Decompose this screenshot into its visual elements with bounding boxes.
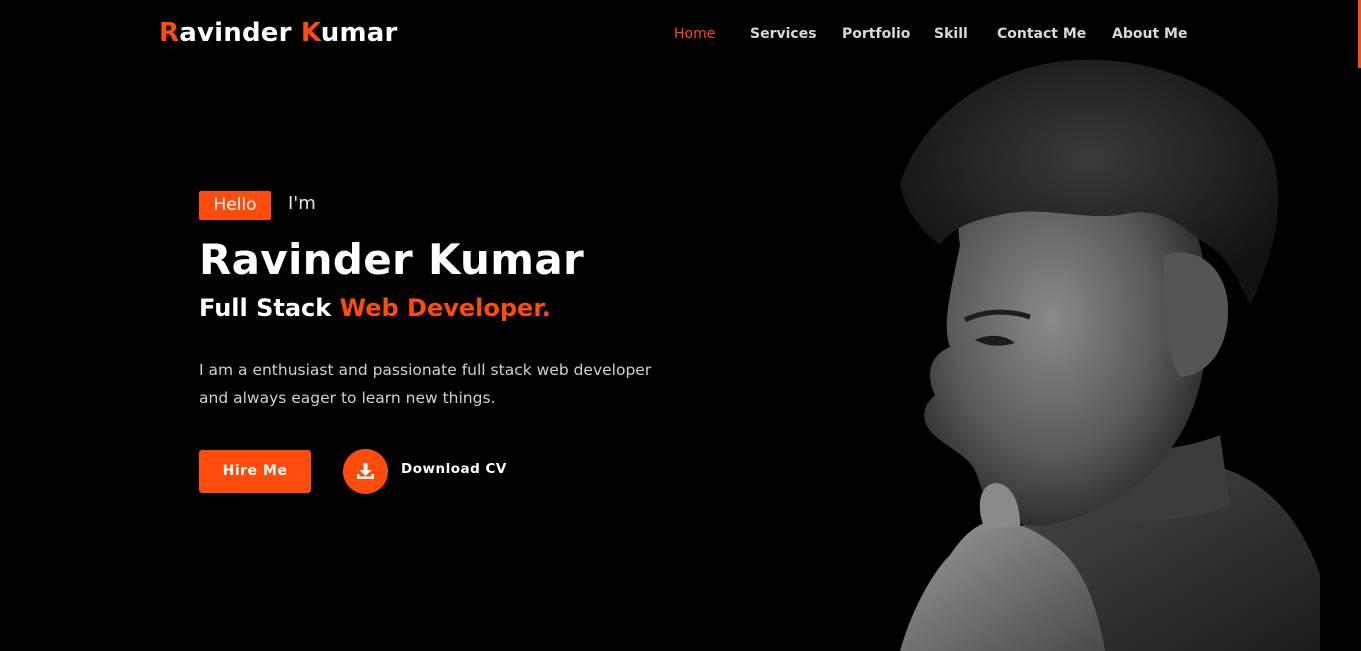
role-highlight: Web Developer. [339,294,551,322]
role-prefix: Full Stack [199,294,340,322]
hire-me-button[interactable]: Hire Me [199,450,311,493]
description-line: and always eager to learn new things. [199,389,496,407]
description-line: I am a enthusiast and passionate full st… [199,361,652,379]
download-cv-link[interactable]: Download CV [401,461,507,477]
intro-text: I'm [288,193,316,214]
download-icon[interactable] [343,449,388,494]
hero-name: Ravinder Kumar [199,235,584,284]
main-nav: Home Services Portfolio Skill Contact Me… [0,26,1361,46]
profile-photo [900,59,1320,651]
nav-about[interactable]: About Me [1112,26,1187,42]
hero-role: Full Stack Web Developer. [199,294,551,322]
nav-portfolio[interactable]: Portfolio [842,26,910,42]
download-arrow-icon [357,463,374,479]
hero-description: I am a enthusiast and passionate full st… [199,356,679,412]
hello-badge: Hello [199,191,271,220]
nav-home[interactable]: Home [674,26,715,42]
page: Ravinder Kumar Home Services Portfolio S… [0,0,1361,651]
nav-contact[interactable]: Contact Me [997,26,1086,42]
nav-skill[interactable]: Skill [934,26,968,42]
nav-services[interactable]: Services [750,26,817,42]
